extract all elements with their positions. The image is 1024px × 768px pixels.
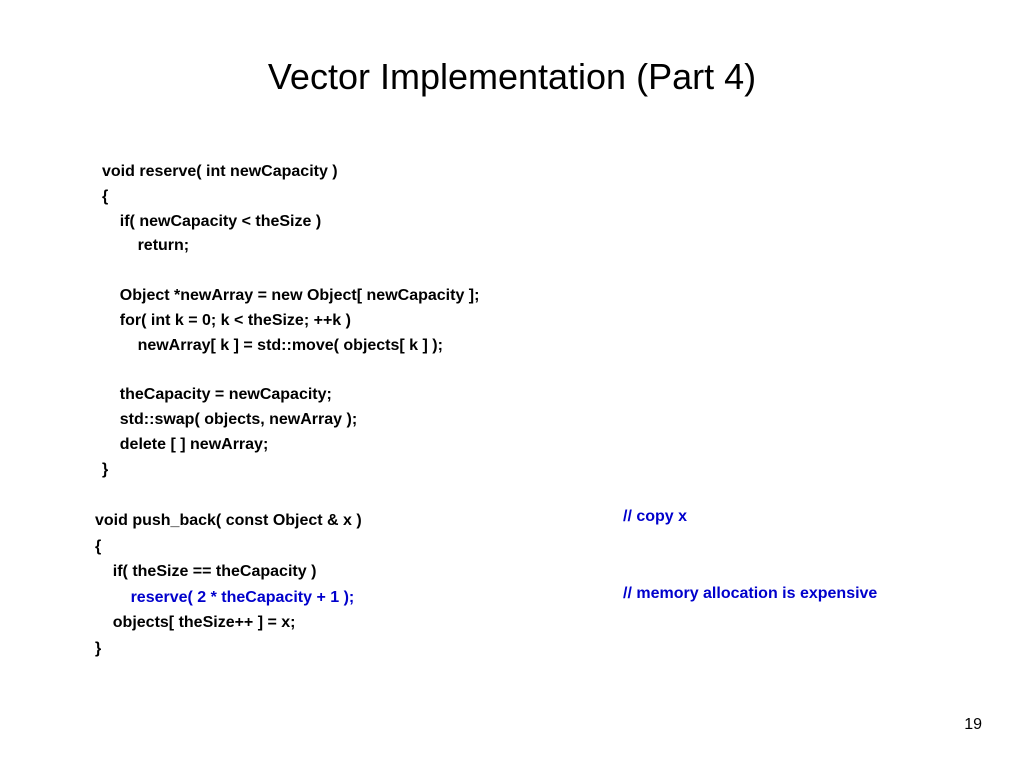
code-line: objects[ theSize++ ] = x; bbox=[95, 614, 296, 631]
code-line: if( newCapacity < theSize ) bbox=[102, 213, 321, 230]
code-reserve: void reserve( int newCapacity ) { if( ne… bbox=[102, 160, 479, 482]
code-line: std::swap( objects, newArray ); bbox=[102, 411, 357, 428]
slide-title: Vector Implementation (Part 4) bbox=[0, 56, 1024, 98]
code-line: } bbox=[102, 461, 108, 478]
code-line: theCapacity = newCapacity; bbox=[102, 386, 332, 403]
code-line: { bbox=[95, 538, 101, 555]
code-indent bbox=[95, 589, 131, 606]
code-line: Object *newArray = new Object[ newCapaci… bbox=[102, 287, 479, 304]
code-line: { bbox=[102, 188, 108, 205]
comment-copy-x: // copy x bbox=[623, 508, 687, 526]
page-number: 19 bbox=[964, 716, 982, 734]
code-line: if( theSize == theCapacity ) bbox=[95, 563, 316, 580]
code-line: void reserve( int newCapacity ) bbox=[102, 163, 338, 180]
code-line: delete [ ] newArray; bbox=[102, 436, 268, 453]
code-line: } bbox=[95, 640, 101, 657]
code-line: newArray[ k ] = std::move( objects[ k ] … bbox=[102, 337, 443, 354]
code-push-back: void push_back( const Object & x ) { if(… bbox=[95, 508, 362, 662]
code-line: void push_back( const Object & x ) bbox=[95, 512, 362, 529]
code-line: return; bbox=[102, 237, 189, 254]
comment-mem-alloc: // memory allocation is expensive bbox=[623, 585, 877, 603]
slide: Vector Implementation (Part 4) void rese… bbox=[0, 0, 1024, 768]
code-reserve-call: reserve( 2 * theCapacity + 1 ); bbox=[131, 589, 355, 606]
code-line: for( int k = 0; k < theSize; ++k ) bbox=[102, 312, 351, 329]
